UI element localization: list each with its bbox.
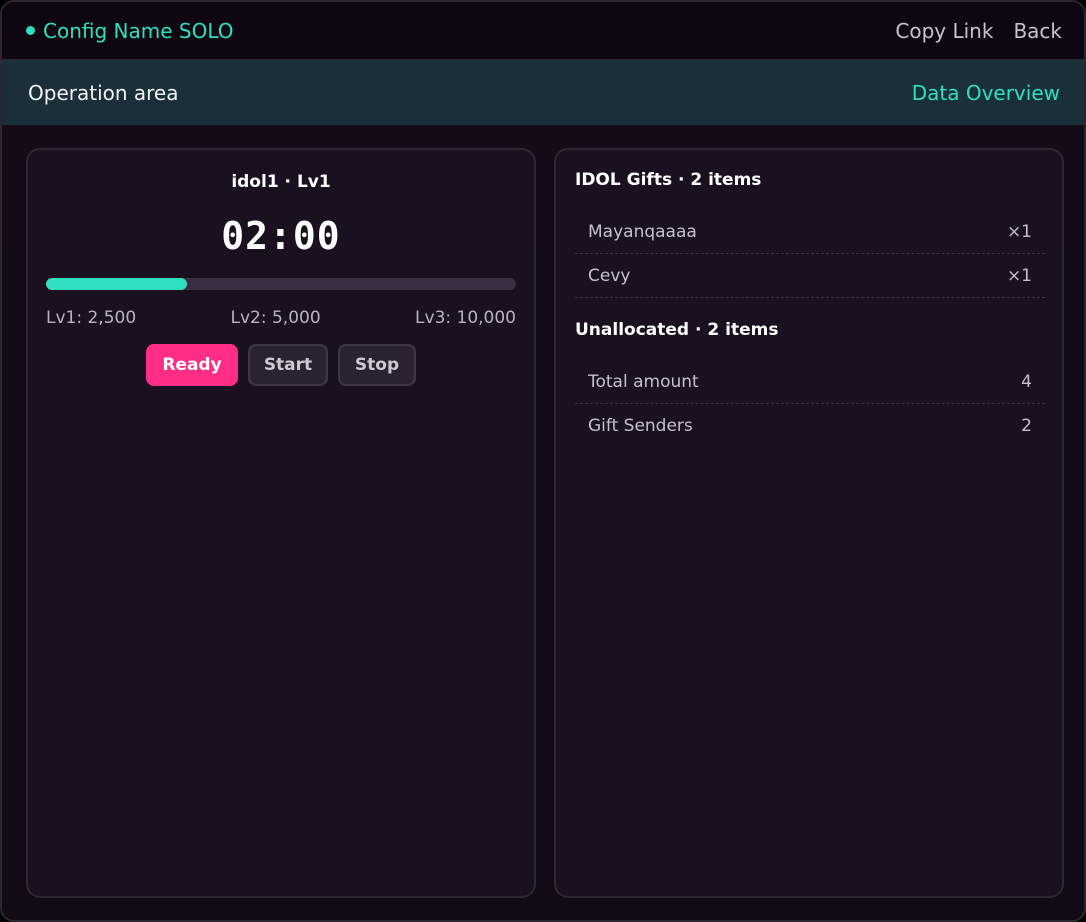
list-item: Cevy ×1: [575, 254, 1045, 298]
level-3-label: Lv3: 10,000: [415, 308, 516, 328]
list-item: Total amount 4: [575, 360, 1045, 404]
top-actions: Copy Link Back: [895, 19, 1062, 43]
progress-fill: [46, 278, 187, 290]
copy-link-button[interactable]: Copy Link: [895, 19, 993, 43]
idol-gifts-list: Mayanqaaaa ×1 Cevy ×1: [575, 210, 1045, 298]
operation-panel: idol1 · Lv1 02:00 Lv1: 2,500 Lv2: 5,000 …: [26, 148, 536, 898]
ready-button[interactable]: Ready: [146, 344, 238, 386]
sub-header: Operation area Data Overview: [2, 60, 1084, 125]
overview-panel: IDOL Gifts · 2 items Mayanqaaaa ×1 Cevy …: [554, 148, 1064, 898]
config-title: Config Name SOLO: [43, 18, 234, 43]
stop-button[interactable]: Stop: [338, 344, 416, 386]
countdown-timer: 02:00: [221, 214, 341, 258]
level-thresholds: Lv1: 2,500 Lv2: 5,000 Lv3: 10,000: [46, 308, 516, 328]
list-item: Gift Senders 2: [575, 404, 1045, 448]
level-2-label: Lv2: 5,000: [230, 308, 321, 328]
gift-name: Mayanqaaaa: [588, 221, 697, 242]
data-overview-link[interactable]: Data Overview: [912, 81, 1060, 105]
gift-count: ×1: [1006, 265, 1032, 286]
level-progress-bar: [46, 278, 516, 290]
level-1-label: Lv1: 2,500: [46, 308, 137, 328]
stat-label: Gift Senders: [588, 416, 693, 436]
list-item: Mayanqaaaa ×1: [575, 210, 1045, 254]
gift-name: Cevy: [588, 265, 631, 286]
status-dot-icon: [26, 26, 35, 35]
gift-count: ×1: [1006, 221, 1032, 242]
unallocated-title: Unallocated · 2 items: [575, 320, 779, 340]
control-buttons: Ready Start Stop: [28, 344, 534, 386]
app-window: Config Name SOLO Copy Link Back Operatio…: [0, 0, 1086, 922]
idol-title: idol1 · Lv1: [231, 172, 331, 192]
back-button[interactable]: Back: [1013, 19, 1062, 43]
unallocated-list: Total amount 4 Gift Senders 2: [575, 360, 1045, 448]
idol-gifts-title: IDOL Gifts · 2 items: [575, 170, 762, 190]
stat-value: 2: [1021, 416, 1032, 436]
operation-area-title: Operation area: [28, 80, 179, 105]
brand: Config Name SOLO: [26, 19, 234, 43]
stat-label: Total amount: [588, 371, 699, 392]
stat-value: 4: [1021, 371, 1032, 392]
top-header: Config Name SOLO Copy Link Back: [2, 2, 1084, 60]
start-button[interactable]: Start: [248, 344, 328, 386]
